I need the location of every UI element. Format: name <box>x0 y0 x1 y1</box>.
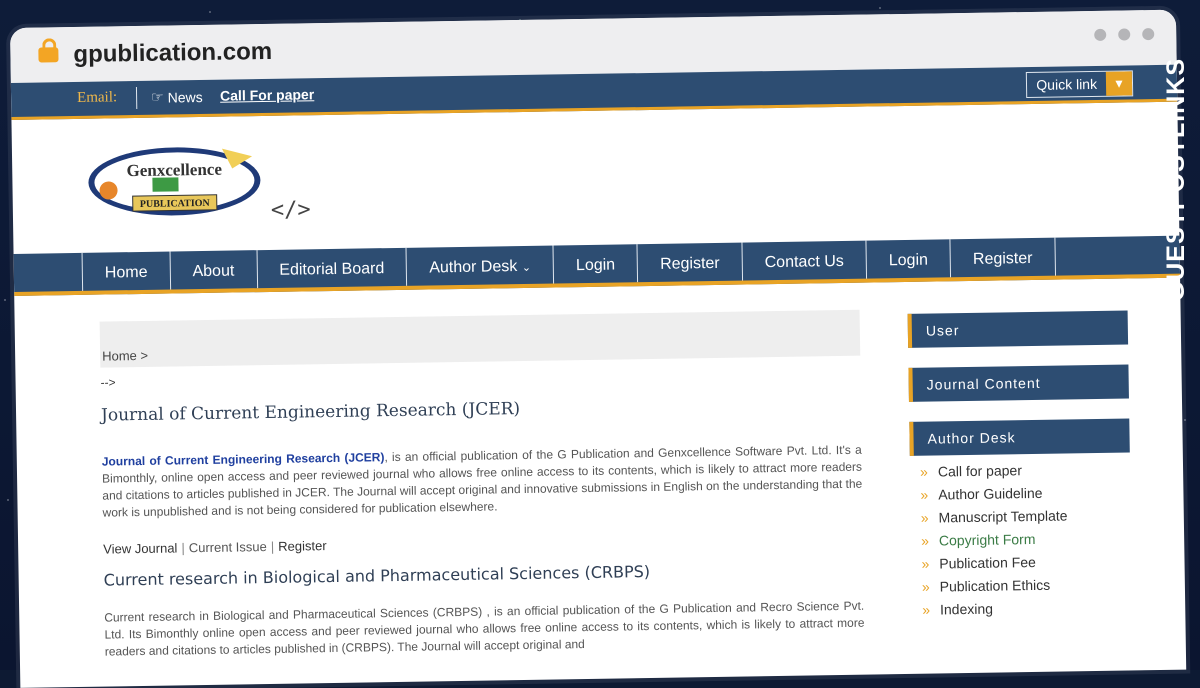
sidebar-item-indexing[interactable]: Indexing <box>922 598 1132 618</box>
nav-author-desk[interactable]: Author Desk ⌄ <box>405 245 554 286</box>
journal-title: Journal of Current Engineering Research … <box>100 399 521 426</box>
logo-title: Genxcellence <box>126 160 222 181</box>
dot-icon[interactable] <box>1142 28 1155 41</box>
nav-editorial-board[interactable]: Editorial Board <box>256 247 407 289</box>
guestpostlinks-watermark: GUESTPOSTLINKS <box>1162 58 1200 358</box>
news-link[interactable]: ☞ News <box>151 88 203 106</box>
sidebar-item-publication-ethics[interactable]: Publication Ethics <box>922 575 1132 595</box>
main-content: Home > --> Journal of Current Engineerin… <box>99 309 865 661</box>
quick-link-label: Quick link <box>1036 75 1098 93</box>
sidebar-author-desk[interactable]: Author Desk <box>909 418 1130 456</box>
window-controls <box>1094 28 1155 41</box>
journal-description: Journal of Current Engineering Research … <box>102 442 863 522</box>
nav-about[interactable]: About <box>169 250 257 290</box>
nav-author-desk-label: Author Desk <box>429 258 518 277</box>
separator: | <box>270 538 275 554</box>
dot-icon[interactable] <box>1118 28 1131 41</box>
author-desk-list: Call for paper Author Guideline Manuscri… <box>910 460 1132 617</box>
journal-description-2: Current research in Biological and Pharm… <box>104 598 865 659</box>
divider <box>135 87 138 110</box>
nav-home[interactable]: Home <box>81 251 170 291</box>
lock-icon <box>38 47 59 63</box>
genxcellence-logo[interactable]: Genxcellence PUBLICATION <box>82 142 263 219</box>
nav-contact-us[interactable]: Contact Us <box>741 240 867 281</box>
journal-links: View Journal | Current Issue | Register <box>103 530 863 557</box>
chevron-down-icon: ⌄ <box>521 261 532 274</box>
sidebar-item-call-for-paper[interactable]: Call for paper <box>920 460 1130 479</box>
nav-register-2[interactable]: Register <box>949 237 1056 278</box>
current-issue-link[interactable]: Current Issue <box>189 539 267 555</box>
journal-title-2: Current research in Biological and Pharm… <box>103 562 651 590</box>
sidebar-journal-content[interactable]: Journal Content <box>908 364 1129 402</box>
separator: | <box>181 540 185 556</box>
browser-window: gpublication.com Email: ☞ News Call For p… <box>10 9 1187 688</box>
main-nav: Home About Editorial Board Author Desk ⌄… <box>13 235 1181 296</box>
journal-name-link[interactable]: Journal of Current Engineering Research … <box>102 450 385 468</box>
sidebar-item-publication-fee[interactable]: Publication Fee <box>921 552 1131 572</box>
news-label: News <box>167 88 203 106</box>
sidebar-item-copyright-form[interactable]: Copyright Form <box>921 529 1131 549</box>
sidebar-item-author-guideline[interactable]: Author Guideline <box>920 483 1130 503</box>
brand-text: GUESTPOSTLINKS <box>1162 58 1190 302</box>
quick-link-dropdown[interactable]: Quick link ▼ <box>1026 70 1134 99</box>
register-link[interactable]: Register <box>278 538 327 554</box>
breadcrumb-home[interactable]: Home > <box>102 348 148 364</box>
nav-register[interactable]: Register <box>636 242 742 283</box>
sidebar-user[interactable]: User <box>907 310 1129 348</box>
sidebar: User Journal Content Author Desk Call fo… <box>907 310 1133 624</box>
call-for-paper-link[interactable]: Call For paper <box>220 86 314 103</box>
nav-login[interactable]: Login <box>552 244 638 284</box>
view-journal-link[interactable]: View Journal <box>103 540 177 556</box>
pointing-hand-icon: ☞ <box>150 88 164 105</box>
sidebar-item-manuscript-template[interactable]: Manuscript Template <box>921 506 1131 525</box>
nav-login-2[interactable]: Login <box>865 239 951 279</box>
email-label: Email: <box>76 89 118 106</box>
dot-icon[interactable] <box>1094 28 1107 41</box>
breadcrumb-arrow: --> <box>100 375 116 390</box>
logo-subtitle: PUBLICATION <box>140 198 211 210</box>
breadcrumb: Home > <box>99 309 861 368</box>
url-bar[interactable]: gpublication.com <box>73 38 272 69</box>
chevron-down-icon: ▼ <box>1105 71 1133 96</box>
code-icon: </> <box>270 197 311 223</box>
